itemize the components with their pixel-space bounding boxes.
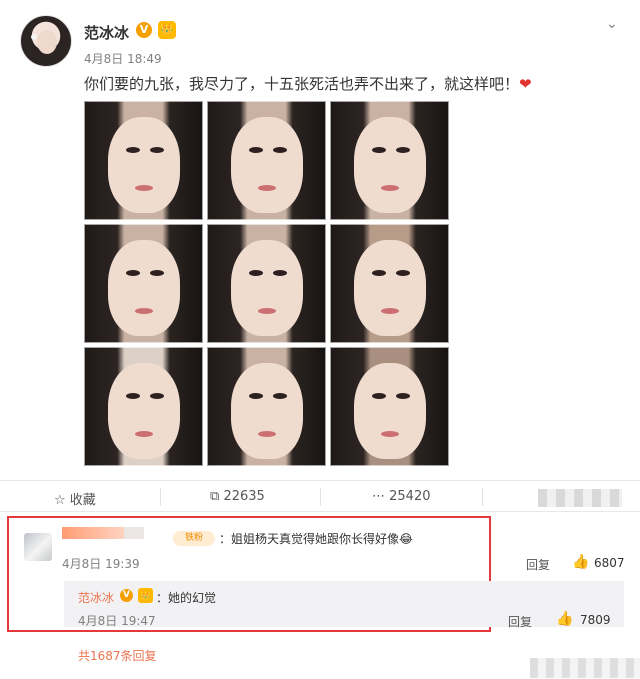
comment-count: 25420	[389, 489, 431, 504]
photo-2[interactable]	[207, 101, 326, 220]
thumbs-up-icon[interactable]: 👍	[572, 554, 589, 570]
photo-4[interactable]	[84, 224, 203, 343]
divider	[320, 488, 321, 506]
post-time[interactable]: 4月8日 18:49	[84, 50, 162, 67]
repost-icon: ⧉	[210, 489, 220, 504]
reply-username[interactable]: 范冰冰	[78, 589, 114, 606]
fan-badge: 铁粉	[173, 531, 215, 546]
action-bar: ☆ 收藏 ⧉ 22635 ⋯ 25420	[0, 480, 640, 512]
member-crown-icon: 👑	[158, 21, 176, 39]
more-replies-link[interactable]: 共1687条回复	[78, 647, 157, 664]
comment-reply-button[interactable]: 回复	[526, 556, 550, 573]
post-text-body: 你们要的九张，我尽力了，十五张死活也弄不出来了，就这样吧！	[84, 75, 520, 93]
comment-like-count: 6807	[594, 556, 625, 570]
commenter-avatar[interactable]	[24, 533, 52, 561]
chevron-down-icon[interactable]: ⌄	[606, 16, 618, 32]
thumbs-up-icon[interactable]: 👍	[556, 611, 573, 627]
photo-9[interactable]	[330, 347, 449, 466]
photo-1[interactable]	[84, 101, 203, 220]
post-username[interactable]: 范冰冰	[84, 22, 129, 43]
verified-icon: V	[136, 22, 152, 38]
repost-button[interactable]: ⧉ 22635	[210, 489, 265, 504]
comment-text: ：姐姐杨天真觉得她跟你长得好像😂	[219, 532, 414, 546]
favorite-label: 收藏	[69, 493, 96, 508]
photo-7[interactable]	[84, 347, 203, 466]
star-icon: ☆	[54, 493, 66, 508]
heart-icon: ❤	[519, 75, 532, 93]
comment-button[interactable]: ⋯ 25420	[372, 489, 431, 504]
weibo-post: 范冰冰 V 👑 4月8日 18:49 ⌄ 你们要的九张，我尽力了，十五张死活也弄…	[0, 0, 640, 480]
comment-icon: ⋯	[372, 489, 385, 504]
avatar[interactable]	[20, 15, 72, 67]
member-crown-icon: 👑	[138, 588, 153, 603]
verified-icon: V	[120, 589, 133, 602]
reply-time: 4月8日 19:47	[78, 614, 156, 628]
photo-grid	[84, 101, 450, 467]
post-text: 你们要的九张，我尽力了，十五张死活也弄不出来了，就这样吧！❤	[84, 73, 532, 94]
comment-time: 4月8日 19:39	[62, 557, 140, 571]
blurred-area	[538, 489, 622, 507]
avatar-flower	[31, 34, 37, 40]
divider	[482, 488, 483, 506]
reply-reply-button[interactable]: 回复	[508, 613, 532, 630]
blurred-area	[530, 658, 640, 678]
divider	[160, 488, 161, 506]
photo-3[interactable]	[330, 101, 449, 220]
reply-text: ：她的幻觉	[156, 591, 217, 605]
avatar-face	[37, 30, 57, 54]
commenter-name-redacted	[124, 527, 144, 539]
photo-6[interactable]	[330, 224, 449, 343]
repost-count: 22635	[223, 489, 265, 504]
favorite-button[interactable]: ☆ 收藏	[54, 489, 96, 508]
commenter-name-redacted[interactable]	[62, 527, 124, 539]
reply-like-count: 7809	[580, 613, 611, 627]
photo-5[interactable]	[207, 224, 326, 343]
photo-8[interactable]	[207, 347, 326, 466]
